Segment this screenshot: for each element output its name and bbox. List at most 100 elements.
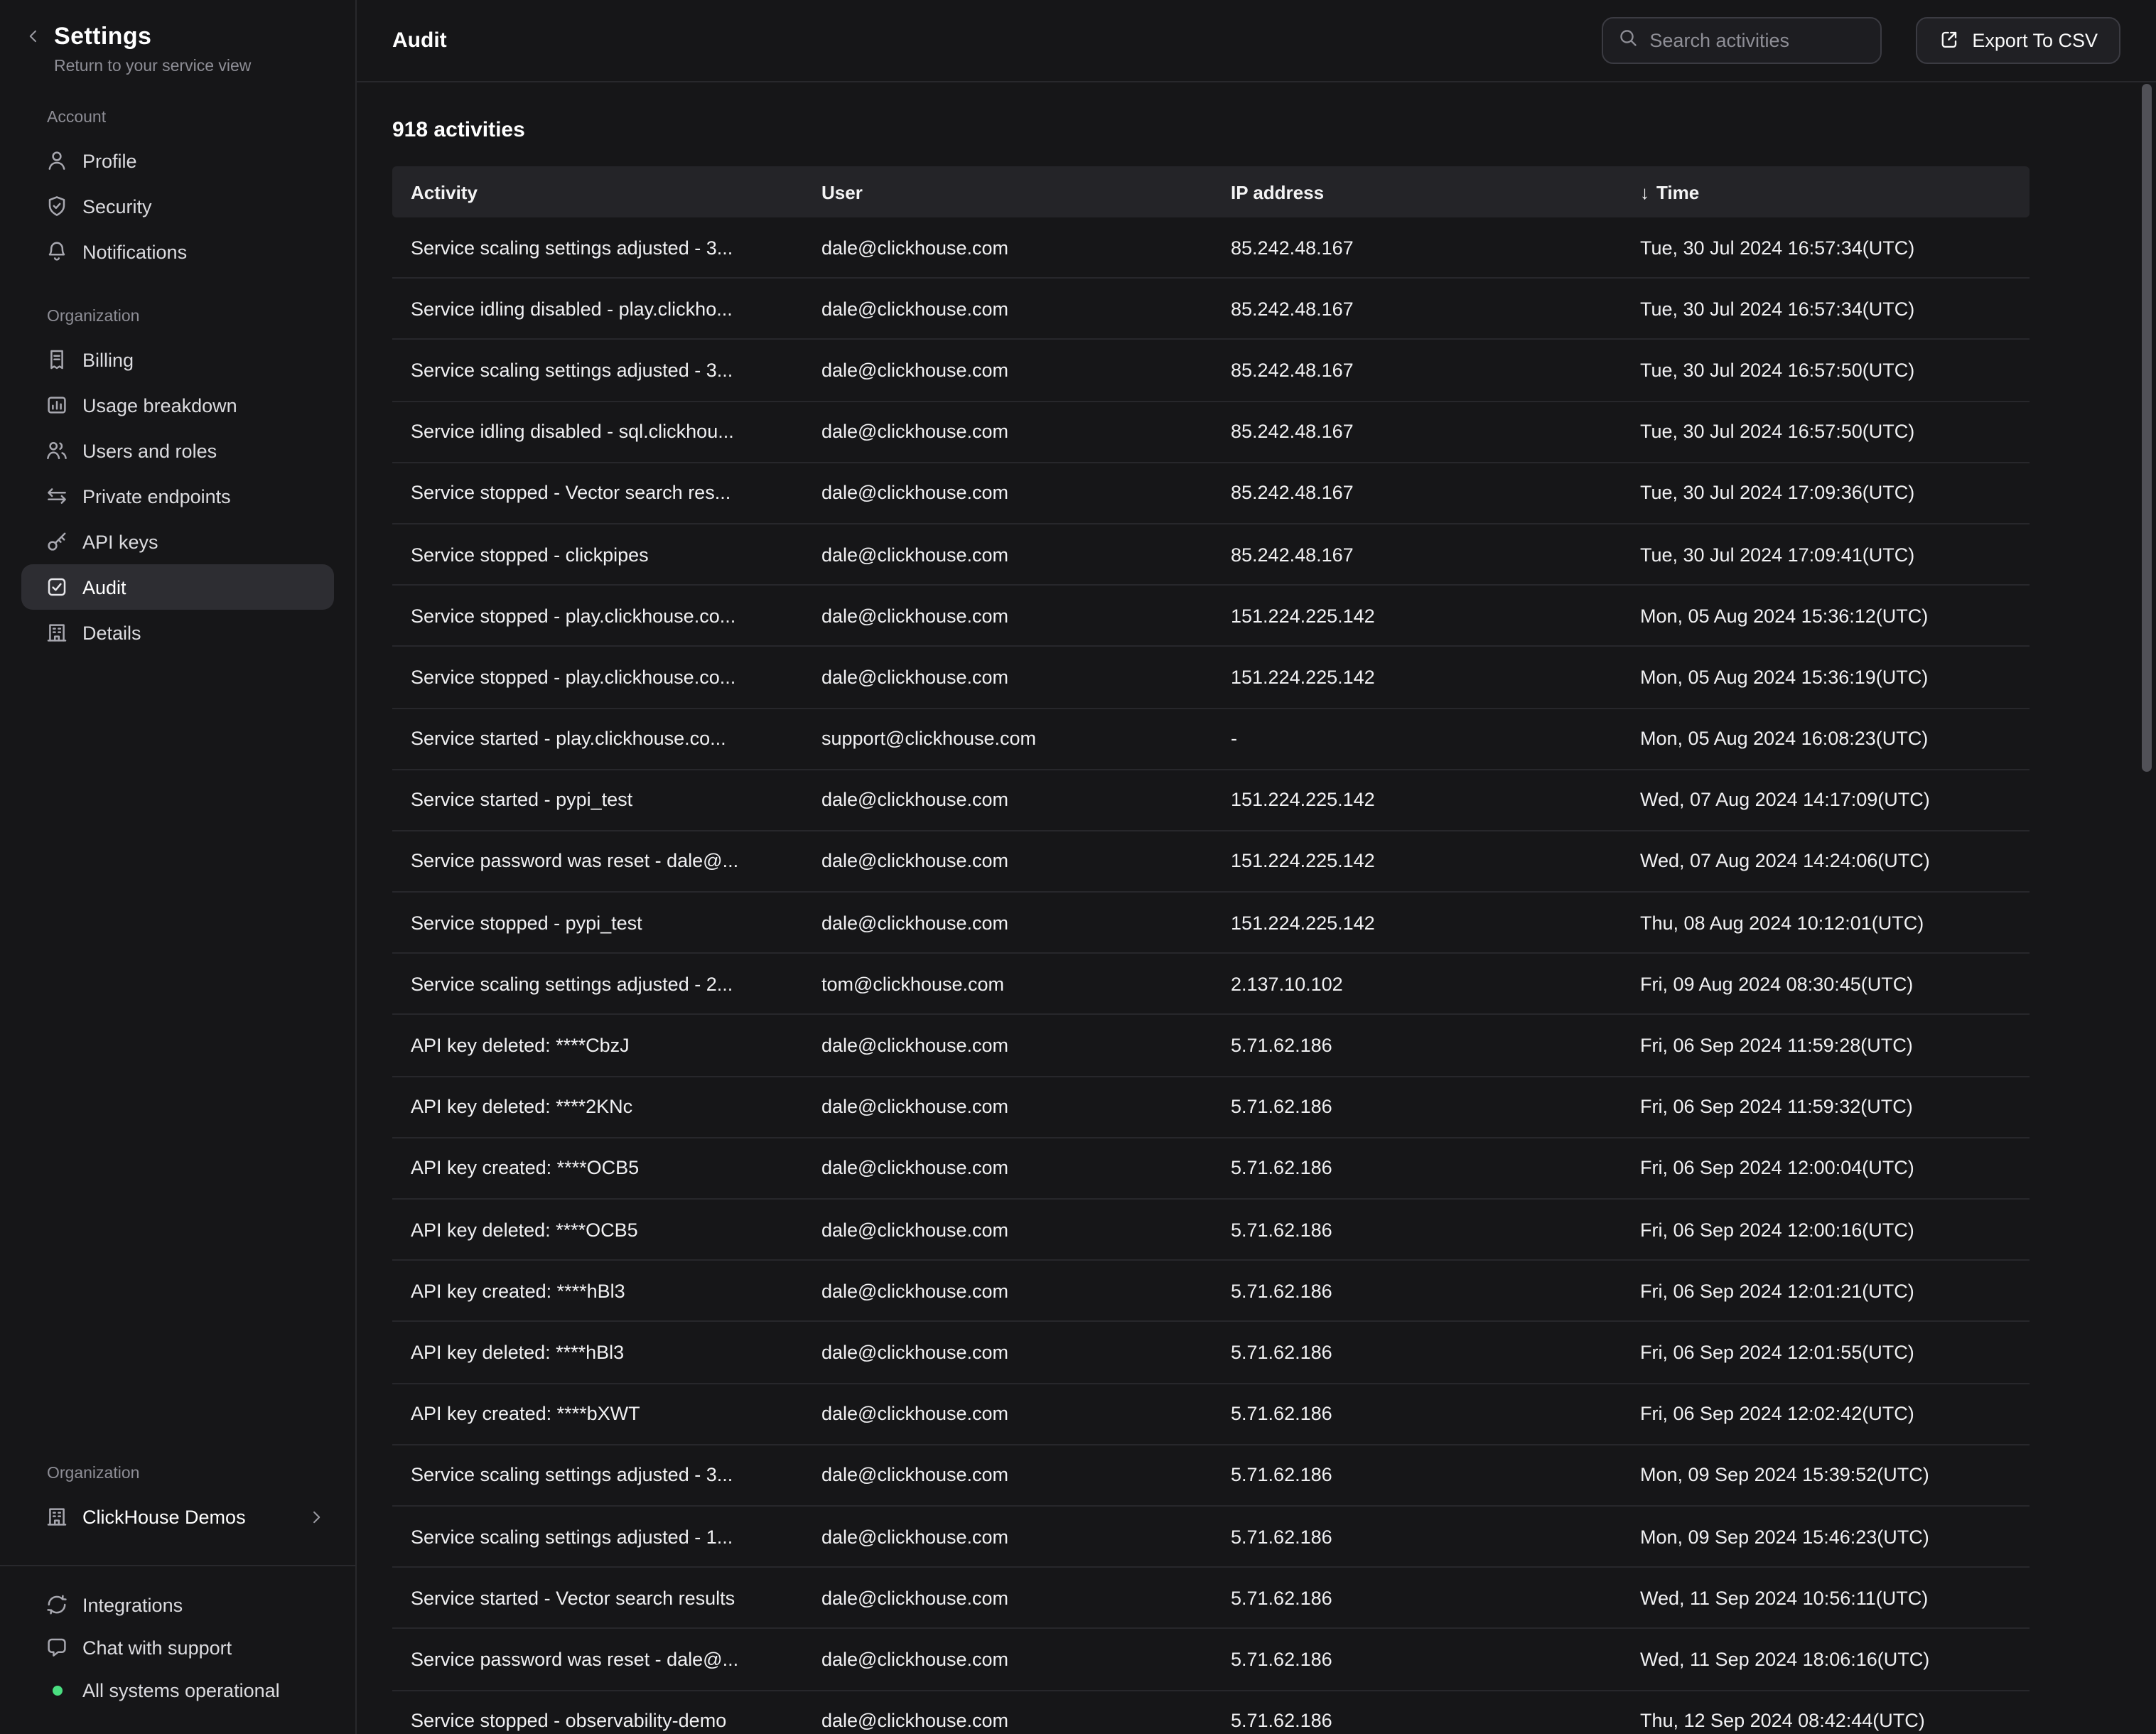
table-row: API key created: ****bXWTdale@clickhouse… [392, 1384, 2030, 1445]
bell-icon [45, 240, 68, 263]
table-cell-time: Tue, 30 Jul 2024 16:57:34(UTC) [1622, 237, 2030, 258]
table-row: Service started - play.clickhouse.co...s… [392, 709, 2030, 770]
table-row: API key deleted: ****hBl3dale@clickhouse… [392, 1323, 2030, 1384]
footer-item-all-systems-operational[interactable]: All systems operational [21, 1669, 334, 1711]
table-cell-ip: - [1212, 728, 1622, 749]
table-cell-ip: 151.224.225.142 [1212, 605, 1622, 626]
column-header-activity[interactable]: Activity [392, 181, 803, 203]
table-cell-activity: Service scaling settings adjusted - 1... [392, 1526, 803, 1547]
table-cell-time: Fri, 06 Sep 2024 12:02:42(UTC) [1622, 1403, 2030, 1424]
sidebar-item-label: Users and roles [82, 440, 217, 461]
sidebar-item-details[interactable]: Details [21, 610, 334, 655]
table-cell-time: Fri, 06 Sep 2024 11:59:32(UTC) [1622, 1096, 2030, 1117]
sidebar-title: Settings [54, 23, 251, 51]
table-row: Service scaling settings adjusted - 2...… [392, 954, 2030, 1016]
search-box[interactable] [1601, 17, 1881, 64]
table-cell-ip: 85.242.48.167 [1212, 544, 1622, 565]
sidebar-item-notifications[interactable]: Notifications [21, 229, 334, 274]
table-cell-time: Fri, 06 Sep 2024 12:00:16(UTC) [1622, 1219, 2030, 1240]
vertical-scrollbar[interactable] [2142, 84, 2152, 772]
sidebar-item-label: Usage breakdown [82, 394, 237, 416]
column-header-user[interactable]: User [803, 181, 1212, 203]
table-cell-ip: 85.242.48.167 [1212, 483, 1622, 504]
back-button[interactable] [24, 27, 43, 53]
footer-item-chat-with-support[interactable]: Chat with support [21, 1626, 334, 1669]
table-cell-user: dale@clickhouse.com [803, 912, 1212, 933]
table-cell-ip: 5.71.62.186 [1212, 1281, 1622, 1302]
table-cell-time: Tue, 30 Jul 2024 16:57:50(UTC) [1622, 421, 2030, 442]
table-row: Service started - Vector search resultsd… [392, 1568, 2030, 1629]
table-row: Service scaling settings adjusted - 3...… [392, 340, 2030, 402]
table-cell-ip: 151.224.225.142 [1212, 851, 1622, 872]
table-cell-user: dale@clickhouse.com [803, 298, 1212, 320]
table-cell-activity: Service password was reset - dale@... [392, 851, 803, 872]
status-dot [45, 1685, 68, 1695]
table-cell-time: Mon, 09 Sep 2024 15:46:23(UTC) [1622, 1526, 2030, 1547]
sidebar-item-usage-breakdown[interactable]: Usage breakdown [21, 382, 334, 428]
table-row: API key created: ****OCB5dale@clickhouse… [392, 1138, 2030, 1200]
footer-item-integrations[interactable]: Integrations [21, 1583, 334, 1626]
section-label-organization: Organization [47, 308, 334, 325]
receipt-icon [45, 348, 68, 371]
column-header-label: User [821, 181, 863, 203]
table-cell-ip: 5.71.62.186 [1212, 1342, 1622, 1363]
table-cell-user: tom@clickhouse.com [803, 974, 1212, 995]
chevron-left-icon [24, 27, 43, 53]
table-row: Service stopped - Vector search res...da… [392, 463, 2030, 524]
table-cell-time: Tue, 30 Jul 2024 17:09:41(UTC) [1622, 544, 2030, 565]
table-cell-user: dale@clickhouse.com [803, 1465, 1212, 1486]
table-cell-user: dale@clickhouse.com [803, 1710, 1212, 1731]
table-row: API key created: ****hBl3dale@clickhouse… [392, 1261, 2030, 1322]
table-cell-time: Mon, 05 Aug 2024 15:36:19(UTC) [1622, 667, 2030, 688]
audit-content: 918 activities Activity User IP address … [357, 82, 2156, 1734]
org-section-label: Organization [47, 1465, 334, 1482]
org-switcher[interactable]: ClickHouse Demos [21, 1494, 334, 1539]
column-header-label: Activity [411, 181, 478, 203]
table-cell-ip: 5.71.62.186 [1212, 1649, 1622, 1670]
sidebar-item-audit[interactable]: Audit [21, 564, 334, 610]
table-cell-user: dale@clickhouse.com [803, 1281, 1212, 1302]
sidebar-item-api-keys[interactable]: API keys [21, 519, 334, 564]
table-cell-ip: 5.71.62.186 [1212, 1219, 1622, 1240]
sidebar-footer: Integrations Chat with support All systems… [0, 1565, 355, 1714]
table-cell-time: Tue, 30 Jul 2024 17:09:36(UTC) [1622, 483, 2030, 504]
table-cell-user: dale@clickhouse.com [803, 1035, 1212, 1056]
main-panel: Audit Export To CSV 918 activities Activ… [357, 0, 2156, 1734]
org-icon [45, 1505, 68, 1528]
table-cell-activity: Service started - pypi_test [392, 790, 803, 811]
table-row: Service stopped - play.clickhouse.co...d… [392, 647, 2030, 709]
table-cell-activity: API key deleted: ****2KNc [392, 1096, 803, 1117]
table-row: Service scaling settings adjusted - 1...… [392, 1507, 2030, 1568]
table-cell-user: dale@clickhouse.com [803, 1526, 1212, 1547]
sidebar-item-label: Private endpoints [82, 485, 231, 507]
chart-icon [45, 394, 68, 416]
table-cell-time: Fri, 06 Sep 2024 11:59:28(UTC) [1622, 1035, 2030, 1056]
table-cell-time: Fri, 09 Aug 2024 08:30:45(UTC) [1622, 974, 2030, 995]
column-header-ip[interactable]: IP address [1212, 181, 1622, 203]
export-csv-button[interactable]: Export To CSV [1915, 17, 2120, 64]
sidebar-header: Settings Return to your service view [21, 23, 334, 75]
table-cell-user: dale@clickhouse.com [803, 667, 1212, 688]
export-csv-label: Export To CSV [1972, 30, 2098, 51]
sidebar-item-security[interactable]: Security [21, 183, 334, 229]
sidebar-item-users-and-roles[interactable]: Users and roles [21, 428, 334, 473]
sidebar-item-profile[interactable]: Profile [21, 138, 334, 183]
table-cell-time: Mon, 05 Aug 2024 16:08:23(UTC) [1622, 728, 2030, 749]
sidebar-item-private-endpoints[interactable]: Private endpoints [21, 473, 334, 519]
activities-count: 918 activities [392, 118, 2030, 142]
topbar: Audit Export To CSV [357, 0, 2156, 82]
column-header-time[interactable]: ↓ Time [1622, 181, 2030, 203]
table-cell-time: Mon, 09 Sep 2024 15:39:52(UTC) [1622, 1465, 2030, 1486]
table-row: Service scaling settings adjusted - 3...… [392, 217, 2030, 279]
table-cell-activity: Service started - Vector search results [392, 1587, 803, 1608]
table-cell-time: Fri, 06 Sep 2024 12:00:04(UTC) [1622, 1158, 2030, 1179]
footer-item-label: Chat with support [82, 1637, 232, 1658]
table-cell-time: Fri, 06 Sep 2024 12:01:21(UTC) [1622, 1281, 2030, 1302]
table-cell-activity: Service password was reset - dale@... [392, 1649, 803, 1670]
table-cell-time: Wed, 07 Aug 2024 14:17:09(UTC) [1622, 790, 2030, 811]
search-icon [1617, 26, 1638, 55]
table-cell-time: Thu, 12 Sep 2024 08:42:44(UTC) [1622, 1710, 2030, 1731]
search-input[interactable] [1649, 30, 1865, 51]
sidebar-item-billing[interactable]: Billing [21, 337, 334, 382]
table-cell-user: dale@clickhouse.com [803, 1096, 1212, 1117]
